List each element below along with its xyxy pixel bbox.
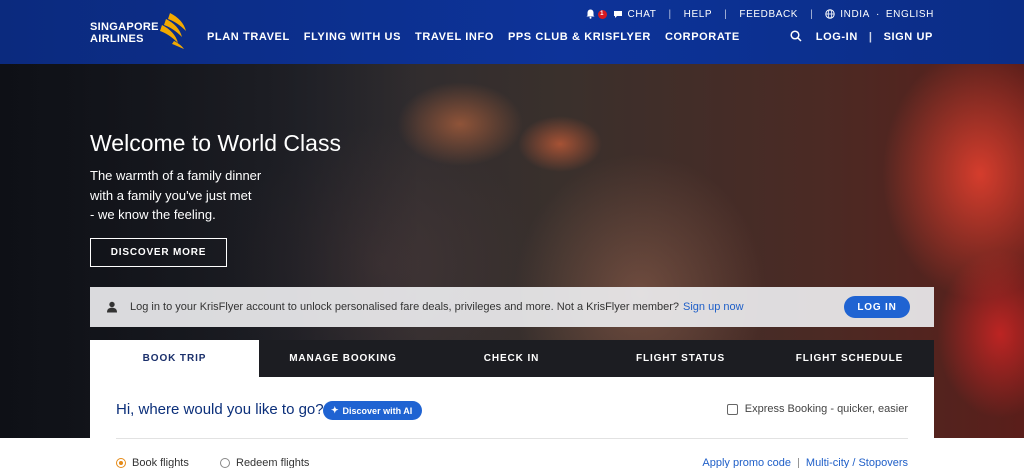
booking-tabs: BOOK TRIP MANAGE BOOKING CHECK IN FLIGHT… — [90, 340, 934, 377]
logo-bird-icon — [160, 13, 186, 49]
utility-bar: 1 CHAT | HELP | FEEDBACK | INDIA · ENGLI… — [586, 8, 934, 20]
krisflyer-login-banner: Log in to your KrisFlyer account to unlo… — [90, 287, 934, 327]
krisflyer-login-button[interactable]: LOG IN — [844, 296, 910, 318]
book-flights-radio[interactable] — [116, 458, 126, 468]
links-divider: | — [797, 457, 800, 468]
hero-subtitle-line: with a family you've just met — [90, 187, 252, 203]
nav-flying-with-us[interactable]: FLYING WITH US — [304, 31, 401, 43]
hero-subtitle-line: - we know the feeling. — [90, 207, 216, 222]
express-booking-checkbox[interactable] — [726, 403, 738, 415]
util-divider: | — [668, 8, 672, 20]
discover-with-ai-label: Discover with AI — [342, 405, 413, 416]
region-separator: · — [875, 8, 880, 20]
singapore-airlines-logo[interactable]: SINGAPORE AIRLINES — [90, 11, 190, 51]
tab-manage-booking[interactable]: MANAGE BOOKING — [259, 340, 427, 377]
tab-book-trip[interactable]: BOOK TRIP — [90, 340, 259, 377]
tab-flight-schedule[interactable]: FLIGHT SCHEDULE — [765, 340, 934, 377]
region-language-selector[interactable]: INDIA · ENGLISH — [825, 9, 934, 20]
bell-icon — [586, 9, 595, 19]
sign-up-now-link[interactable]: Sign up now — [683, 301, 744, 313]
language-label: ENGLISH — [885, 8, 934, 20]
booking-panel: Hi, where would you like to go? ✦ Discov… — [90, 377, 934, 468]
site-header: SINGAPORE AIRLINES 1 CHAT | HELP | FEEDB… — [0, 0, 1024, 64]
logo-wordmark: SINGAPORE AIRLINES — [90, 22, 159, 45]
redeem-flights-option[interactable]: Redeem flights — [220, 457, 309, 468]
notification-badge: 1 — [597, 9, 607, 19]
notifications[interactable]: 1 — [586, 9, 613, 19]
sparkle-icon: ✦ — [331, 405, 339, 415]
tab-check-in[interactable]: CHECK IN — [427, 340, 596, 377]
account-links: LOG-IN | SIGN UP — [816, 31, 933, 43]
chat-link[interactable]: CHAT — [613, 9, 657, 20]
logo-text-line-2: AIRLINES — [90, 33, 144, 45]
main-nav: PLAN TRAVEL FLYING WITH US TRAVEL INFO P… — [207, 31, 754, 43]
feedback-link[interactable]: FEEDBACK — [739, 9, 798, 20]
hero-subtitle: The warmth of a family dinner with a fam… — [90, 166, 290, 225]
nav-corporate[interactable]: CORPORATE — [665, 31, 740, 43]
apply-promo-code-link[interactable]: Apply promo code — [702, 457, 791, 468]
book-flights-option[interactable]: Book flights — [116, 457, 189, 468]
booking-greeting: Hi, where would you like to go? — [116, 401, 324, 418]
booking-links: Apply promo code | Multi-city / Stopover… — [702, 457, 908, 468]
book-flights-label: Book flights — [132, 457, 189, 468]
nav-plan-travel[interactable]: PLAN TRAVEL — [207, 31, 290, 43]
signup-link[interactable]: SIGN UP — [884, 31, 933, 43]
hero-title: Welcome to World Class — [90, 130, 341, 156]
chat-icon — [613, 10, 622, 18]
redeem-flights-label: Redeem flights — [236, 457, 310, 468]
nav-pps-club-krisflyer[interactable]: PPS CLUB & KRISFLYER — [508, 31, 651, 43]
nav-travel-info[interactable]: TRAVEL INFO — [415, 31, 494, 43]
redeem-flights-radio[interactable] — [220, 458, 230, 468]
util-divider: | — [810, 8, 814, 20]
login-link[interactable]: LOG-IN — [816, 31, 858, 43]
panel-divider — [116, 438, 908, 439]
user-icon — [107, 301, 117, 313]
help-link[interactable]: HELP — [684, 9, 713, 20]
express-booking-option[interactable]: Express Booking - quicker, easier — [726, 403, 908, 415]
logo-text-line-1: SINGAPORE — [90, 21, 159, 33]
region-label: INDIA — [840, 8, 870, 20]
chat-label: CHAT — [627, 8, 657, 20]
globe-icon — [825, 9, 835, 19]
util-divider: | — [724, 8, 728, 20]
krisflyer-message: Log in to your KrisFlyer account to unlo… — [130, 301, 680, 313]
account-divider: | — [868, 31, 873, 43]
search-icon[interactable] — [790, 30, 802, 42]
express-booking-label: Express Booking - quicker, easier — [744, 403, 908, 415]
discover-more-button[interactable]: DISCOVER MORE — [90, 238, 227, 267]
multi-city-stopovers-link[interactable]: Multi-city / Stopovers — [806, 457, 908, 468]
discover-with-ai-button[interactable]: ✦ Discover with AI — [323, 401, 423, 420]
tab-flight-status[interactable]: FLIGHT STATUS — [596, 340, 765, 377]
hero-subtitle-line: The warmth of a family dinner — [90, 168, 262, 183]
